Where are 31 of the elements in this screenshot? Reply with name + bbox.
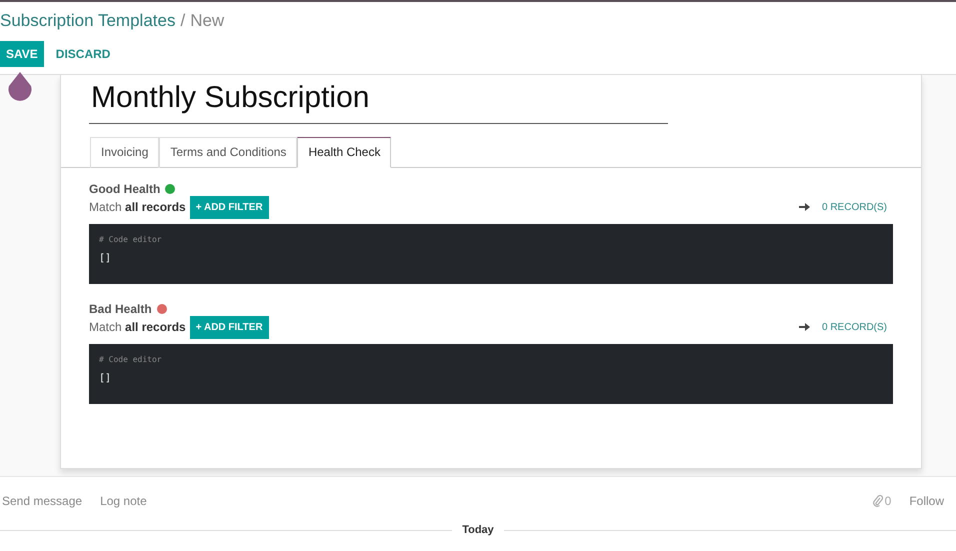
rule-title: Bad Health	[89, 302, 152, 316]
arrow-icon	[798, 202, 810, 212]
breadcrumb-current: New	[190, 11, 224, 31]
chatter-action[interactable]: Send message	[2, 494, 82, 508]
date-separator: Today	[452, 524, 504, 538]
paperclip-icon[interactable]	[872, 495, 883, 507]
save-button[interactable]: SAVE	[0, 41, 44, 67]
add-filter-button[interactable]: + ADD FILTER	[190, 196, 269, 219]
arrow-icon	[798, 322, 810, 332]
rule-title: Good Health	[89, 182, 160, 196]
code-editor[interactable]: # Code editor []	[89, 344, 893, 404]
drop-icon	[7, 72, 33, 102]
code-comment: # Code editor	[99, 354, 163, 364]
chatter-action[interactable]: Log note	[100, 494, 147, 508]
title-field[interactable]: Monthly Subscription	[89, 74, 668, 124]
breadcrumb-link[interactable]: Subscription Templates	[0, 11, 176, 31]
code-comment: # Code editor	[99, 234, 163, 244]
code-text: []	[99, 252, 112, 264]
discard-button[interactable]: DISCARD	[48, 41, 118, 67]
breadcrumb-separator: /	[180, 11, 186, 31]
add-filter-button[interactable]: + ADD FILTER	[190, 316, 269, 339]
records-link[interactable]: 0 RECORD(S)	[822, 202, 887, 213]
code-text: []	[99, 372, 112, 384]
attachment-count[interactable]: 0	[884, 494, 892, 508]
tab[interactable]: Health Check	[297, 136, 392, 168]
code-editor[interactable]: # Code editor []	[89, 224, 893, 284]
match-label: Match all records	[89, 320, 186, 334]
match-label: Match all records	[89, 200, 186, 214]
tab[interactable]: Invoicing	[90, 136, 160, 168]
follow-button[interactable]: Follow	[909, 494, 944, 508]
records-link[interactable]: 0 RECORD(S)	[822, 322, 887, 333]
